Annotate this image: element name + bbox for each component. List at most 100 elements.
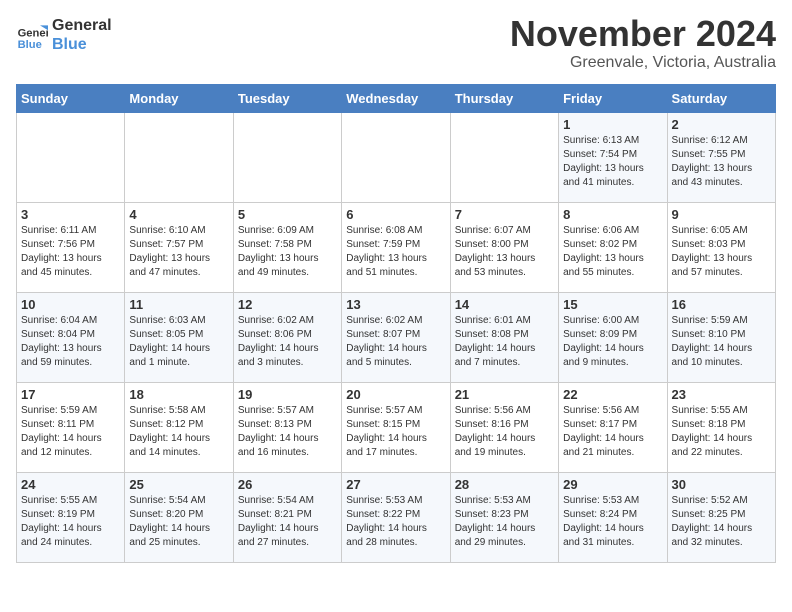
col-header-wednesday: Wednesday [342, 85, 450, 113]
calendar-header-row: SundayMondayTuesdayWednesdayThursdayFrid… [17, 85, 776, 113]
calendar-cell: 24 Sunrise: 5:55 AM Sunset: 8:19 PM Dayli… [17, 473, 125, 563]
calendar-cell: 17Sunrise: 5:59 AM Sunset: 8:11 PM Dayli… [17, 383, 125, 473]
calendar-cell: 3 Sunrise: 6:11 AM Sunset: 7:56 PM Daylig… [17, 203, 125, 293]
day-info: Sunrise: 5:56 AM Sunset: 8:17 PM Dayligh… [563, 404, 662, 460]
calendar-cell: 16 Sunrise: 5:59 AM Sunset: 8:10 PM Dayli… [667, 293, 775, 383]
day-info: Sunrise: 6:02 AM Sunset: 8:07 PM Dayligh… [346, 314, 445, 370]
calendar-cell: 27 Sunrise: 5:53 AM Sunset: 8:22 PM Dayli… [342, 473, 450, 563]
calendar-week-4: 17Sunrise: 5:59 AM Sunset: 8:11 PM Dayli… [17, 383, 776, 473]
day-number: 13 [346, 297, 445, 312]
calendar-cell: 23Sunrise: 5:55 AM Sunset: 8:18 PM Dayli… [667, 383, 775, 473]
day-info: Sunrise: 5:57 AM Sunset: 8:15 PM Dayligh… [346, 404, 445, 460]
location-subtitle: Greenvale, Victoria, Australia [510, 54, 776, 72]
day-info: Sunrise: 5:55 AM Sunset: 8:18 PM Dayligh… [672, 404, 771, 460]
calendar-cell: 4 Sunrise: 6:10 AM Sunset: 7:57 PM Daylig… [125, 203, 233, 293]
day-info: Sunrise: 5:55 AM Sunset: 8:19 PM Dayligh… [21, 494, 120, 550]
col-header-friday: Friday [559, 85, 667, 113]
day-number: 15 [563, 297, 662, 312]
calendar-cell: 19Sunrise: 5:57 AM Sunset: 8:13 PM Dayli… [233, 383, 341, 473]
day-info: Sunrise: 5:59 AM Sunset: 8:10 PM Dayligh… [672, 314, 771, 370]
calendar-cell: 14 Sunrise: 6:01 AM Sunset: 8:08 PM Dayli… [450, 293, 558, 383]
day-number: 18 [129, 387, 228, 402]
day-number: 24 [21, 477, 120, 492]
day-number: 26 [238, 477, 337, 492]
calendar-cell: 22Sunrise: 5:56 AM Sunset: 8:17 PM Dayli… [559, 383, 667, 473]
day-info: Sunrise: 6:11 AM Sunset: 7:56 PM Dayligh… [21, 224, 120, 280]
calendar-cell [17, 113, 125, 203]
calendar-cell: 29Sunrise: 5:53 AM Sunset: 8:24 PM Dayli… [559, 473, 667, 563]
calendar-cell: 21Sunrise: 5:56 AM Sunset: 8:16 PM Dayli… [450, 383, 558, 473]
day-number: 11 [129, 297, 228, 312]
day-info: Sunrise: 5:58 AM Sunset: 8:12 PM Dayligh… [129, 404, 228, 460]
calendar-cell: 25 Sunrise: 5:54 AM Sunset: 8:20 PM Dayli… [125, 473, 233, 563]
calendar-cell: 15 Sunrise: 6:00 AM Sunset: 8:09 PM Dayli… [559, 293, 667, 383]
day-info: Sunrise: 6:13 AM Sunset: 7:54 PM Dayligh… [563, 134, 662, 190]
day-number: 29 [563, 477, 662, 492]
day-info: Sunrise: 6:03 AM Sunset: 8:05 PM Dayligh… [129, 314, 228, 370]
calendar-cell: 5 Sunrise: 6:09 AM Sunset: 7:58 PM Daylig… [233, 203, 341, 293]
day-info: Sunrise: 5:54 AM Sunset: 8:20 PM Dayligh… [129, 494, 228, 550]
calendar-week-5: 24 Sunrise: 5:55 AM Sunset: 8:19 PM Dayli… [17, 473, 776, 563]
day-number: 7 [455, 207, 554, 222]
day-info: Sunrise: 5:53 AM Sunset: 8:23 PM Dayligh… [455, 494, 554, 550]
title-area: November 2024 Greenvale, Victoria, Austr… [510, 16, 776, 72]
day-number: 3 [21, 207, 120, 222]
calendar-week-2: 3 Sunrise: 6:11 AM Sunset: 7:56 PM Daylig… [17, 203, 776, 293]
calendar-cell: 10Sunrise: 6:04 AM Sunset: 8:04 PM Dayli… [17, 293, 125, 383]
calendar-cell: 26Sunrise: 5:54 AM Sunset: 8:21 PM Dayli… [233, 473, 341, 563]
logo-icon: General Blue [16, 19, 48, 51]
month-title: November 2024 [510, 16, 776, 52]
logo-blue: Blue [52, 35, 112, 54]
day-info: Sunrise: 6:12 AM Sunset: 7:55 PM Dayligh… [672, 134, 771, 190]
day-info: Sunrise: 5:52 AM Sunset: 8:25 PM Dayligh… [672, 494, 771, 550]
calendar-cell: 6Sunrise: 6:08 AM Sunset: 7:59 PM Daylig… [342, 203, 450, 293]
calendar-cell: 11 Sunrise: 6:03 AM Sunset: 8:05 PM Dayli… [125, 293, 233, 383]
day-info: Sunrise: 6:04 AM Sunset: 8:04 PM Dayligh… [21, 314, 120, 370]
calendar-cell: 20Sunrise: 5:57 AM Sunset: 8:15 PM Dayli… [342, 383, 450, 473]
calendar-cell: 18 Sunrise: 5:58 AM Sunset: 8:12 PM Dayli… [125, 383, 233, 473]
day-number: 28 [455, 477, 554, 492]
day-number: 9 [672, 207, 771, 222]
calendar-table: SundayMondayTuesdayWednesdayThursdayFrid… [16, 84, 776, 563]
day-number: 25 [129, 477, 228, 492]
calendar-cell [450, 113, 558, 203]
day-number: 19 [238, 387, 337, 402]
day-info: Sunrise: 6:06 AM Sunset: 8:02 PM Dayligh… [563, 224, 662, 280]
day-info: Sunrise: 6:09 AM Sunset: 7:58 PM Dayligh… [238, 224, 337, 280]
calendar-cell: 28 Sunrise: 5:53 AM Sunset: 8:23 PM Dayli… [450, 473, 558, 563]
logo: General Blue General Blue [16, 16, 112, 54]
day-info: Sunrise: 6:10 AM Sunset: 7:57 PM Dayligh… [129, 224, 228, 280]
col-header-sunday: Sunday [17, 85, 125, 113]
calendar-cell [125, 113, 233, 203]
calendar-cell: 13 Sunrise: 6:02 AM Sunset: 8:07 PM Dayli… [342, 293, 450, 383]
calendar-cell: 12Sunrise: 6:02 AM Sunset: 8:06 PM Dayli… [233, 293, 341, 383]
day-number: 4 [129, 207, 228, 222]
col-header-monday: Monday [125, 85, 233, 113]
day-number: 27 [346, 477, 445, 492]
day-info: Sunrise: 5:53 AM Sunset: 8:22 PM Dayligh… [346, 494, 445, 550]
calendar-cell: 1 Sunrise: 6:13 AM Sunset: 7:54 PM Daylig… [559, 113, 667, 203]
day-number: 16 [672, 297, 771, 312]
calendar-week-1: 1 Sunrise: 6:13 AM Sunset: 7:54 PM Daylig… [17, 113, 776, 203]
day-number: 1 [563, 117, 662, 132]
day-info: Sunrise: 6:07 AM Sunset: 8:00 PM Dayligh… [455, 224, 554, 280]
day-number: 8 [563, 207, 662, 222]
calendar-cell [342, 113, 450, 203]
calendar-cell [233, 113, 341, 203]
day-number: 5 [238, 207, 337, 222]
calendar-cell: 30Sunrise: 5:52 AM Sunset: 8:25 PM Dayli… [667, 473, 775, 563]
day-number: 6 [346, 207, 445, 222]
day-number: 14 [455, 297, 554, 312]
day-info: Sunrise: 6:01 AM Sunset: 8:08 PM Dayligh… [455, 314, 554, 370]
svg-text:Blue: Blue [18, 39, 42, 51]
page-header: General Blue General Blue November 2024 … [16, 16, 776, 72]
day-info: Sunrise: 5:59 AM Sunset: 8:11 PM Dayligh… [21, 404, 120, 460]
calendar-week-3: 10Sunrise: 6:04 AM Sunset: 8:04 PM Dayli… [17, 293, 776, 383]
day-number: 2 [672, 117, 771, 132]
calendar-cell: 8 Sunrise: 6:06 AM Sunset: 8:02 PM Daylig… [559, 203, 667, 293]
day-info: Sunrise: 6:00 AM Sunset: 8:09 PM Dayligh… [563, 314, 662, 370]
col-header-saturday: Saturday [667, 85, 775, 113]
calendar-cell: 9Sunrise: 6:05 AM Sunset: 8:03 PM Daylig… [667, 203, 775, 293]
day-number: 21 [455, 387, 554, 402]
day-info: Sunrise: 6:02 AM Sunset: 8:06 PM Dayligh… [238, 314, 337, 370]
